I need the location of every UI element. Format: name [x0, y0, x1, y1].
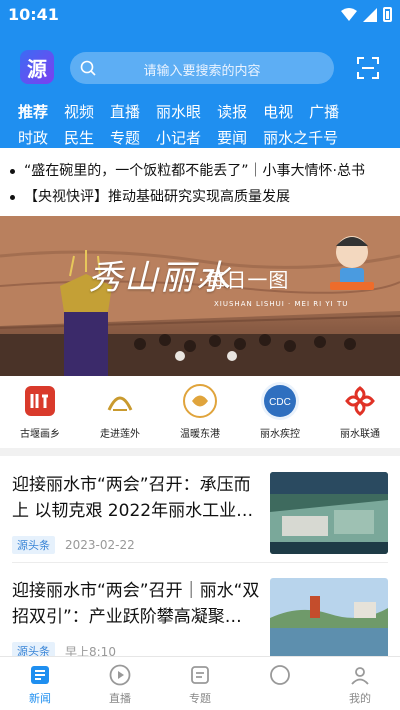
service-icon [270, 665, 290, 685]
tab-lishui-eye[interactable]: 丽水眼 [156, 101, 201, 122]
news-date: 2023-02-22 [65, 538, 135, 552]
news-separator [12, 562, 388, 563]
nav-special[interactable]: 专题 [160, 657, 240, 710]
news-ticker: “盛在碗里的，一个饭粒都不能丢了”｜小事大情怀·总书 【央视快评】推动基础研究实… [0, 152, 400, 216]
banner-carousel[interactable]: 秀山丽水 ·每日一图 XIUSHAN LISHUI · MEI RI YI TU [0, 216, 400, 376]
nav-label: 新闻 [29, 692, 51, 705]
nav-mine[interactable]: 我的 [320, 657, 400, 710]
news-meta: 源头条 2023-02-22 [12, 536, 135, 554]
service-label: 丽水联通 [340, 429, 380, 440]
service-lianwai[interactable]: 走进莲外 [84, 376, 156, 448]
donggang-icon [181, 382, 219, 420]
search-placeholder: 请输入要搜索的内容 [143, 64, 261, 79]
source-tag: 源头条 [12, 536, 55, 554]
tab-tv[interactable]: 电视 [263, 101, 293, 122]
tab-video[interactable]: 视频 [64, 101, 94, 122]
nav-label: 直播 [109, 692, 131, 705]
news-headline: 迎接丽水市“两会”召开：承压而上 以韧克艰 2022年丽水工业… [12, 475, 254, 521]
tab-politics[interactable]: 时政 [18, 127, 48, 148]
bullet-icon [10, 168, 15, 174]
ticker-item[interactable]: “盛在碗里的，一个饭粒都不能丢了”｜小事大情怀·总书 [10, 160, 400, 182]
nav-live[interactable]: 直播 [80, 657, 160, 710]
tab-recommend[interactable]: 推荐 [18, 101, 48, 122]
channel-tabs: 推荐 视频 直播 丽水眼 读报 电视 广播 时政 民生 专题 小记者 要闻 丽水… [18, 98, 392, 150]
play-icon [109, 664, 131, 686]
channel-tabs-row-2: 时政 民生 专题 小记者 要闻 丽水之千号 [18, 124, 392, 150]
special-icon [191, 666, 209, 684]
service-cdc[interactable]: CDC 丽水疾控 [244, 376, 316, 448]
tab-radio[interactable]: 广播 [309, 101, 339, 122]
guyan-icon [21, 382, 59, 420]
banner-pinyin: XIUSHAN LISHUI · MEI RI YI TU [214, 300, 349, 308]
nav-label: 专题 [189, 692, 211, 705]
service-unicom[interactable]: 丽水联通 [324, 376, 396, 448]
tab-livelihood[interactable]: 民生 [64, 127, 94, 148]
bottom-navigation: 新闻 直播 专题 我的 [0, 656, 400, 710]
scan-icon[interactable] [356, 56, 380, 80]
status-bar: 10:41 [0, 0, 400, 32]
bullet-icon [10, 194, 15, 200]
user-icon [351, 667, 369, 685]
ticker-item[interactable]: 【央视快评】推动基础研究实现高质量发展 [10, 186, 400, 208]
banner-subtitle: ·每日一图 [198, 268, 290, 292]
app-logo[interactable]: 源 [20, 50, 54, 84]
tab-headlines[interactable]: 要闻 [217, 127, 247, 148]
signal-icon [363, 7, 377, 22]
status-time: 10:41 [8, 5, 59, 24]
lianwai-icon [101, 382, 139, 420]
nav-news[interactable]: 新闻 [0, 657, 80, 710]
unicom-icon [341, 382, 379, 420]
section-divider [0, 448, 400, 456]
service-guyan[interactable]: 古堰画乡 [4, 376, 76, 448]
toolbar: 源 请输入要搜索的内容 [0, 48, 400, 88]
cdc-icon: CDC [261, 382, 299, 420]
service-shortcuts: 古堰画乡 走进莲外 温暖东港 CDC 丽水疾控 丽水联通 [0, 376, 400, 448]
news-thumbnail [270, 472, 388, 554]
news-icon [31, 666, 49, 684]
tab-young-reporter[interactable]: 小记者 [156, 127, 201, 148]
tab-special[interactable]: 专题 [110, 127, 140, 148]
ticker-text: “盛在碗里的，一个饭粒都不能丢了”｜小事大情怀·总书 [24, 163, 365, 179]
nav-item-4[interactable] [240, 657, 320, 710]
service-label: 温暖东港 [180, 429, 220, 440]
status-icons [341, 7, 392, 22]
ticker-text: 【央视快评】推动基础研究实现高质量发展 [24, 189, 290, 205]
tab-live[interactable]: 直播 [110, 101, 140, 122]
wifi-icon [341, 7, 357, 21]
channel-tabs-row-1: 推荐 视频 直播 丽水眼 读报 电视 广播 [18, 98, 392, 124]
news-item[interactable]: 迎接丽水市“两会”召开：承压而上 以韧克艰 2022年丽水工业… 源头条 202… [0, 458, 400, 568]
header-area: 10:41 源 请输入要搜索的内容 推荐 视频 直播 丽水眼 读报 电视 广播 … [0, 0, 400, 148]
svg-text:CDC: CDC [269, 397, 291, 408]
nav-label: 我的 [349, 692, 371, 705]
service-label: 丽水疾控 [260, 429, 300, 440]
news-thumbnail [270, 578, 388, 660]
service-label: 古堰画乡 [20, 429, 60, 440]
battery-icon [383, 7, 392, 22]
service-donggang[interactable]: 温暖东港 [164, 376, 236, 448]
tab-newspaper[interactable]: 读报 [217, 101, 247, 122]
tab-lishui-qianhao[interactable]: 丽水之千号 [263, 127, 338, 148]
service-label: 走进莲外 [100, 429, 140, 440]
search-input[interactable]: 请输入要搜索的内容 [70, 52, 334, 84]
news-headline: 迎接丽水市“两会”召开｜丽水“双招双引”：产业跃阶攀高凝聚… [12, 581, 260, 627]
